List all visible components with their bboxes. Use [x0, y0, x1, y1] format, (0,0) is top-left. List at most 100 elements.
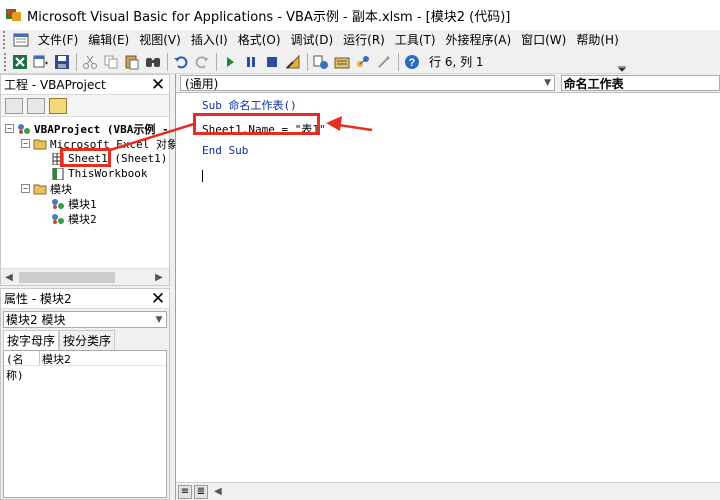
project-pane-toolbar — [1, 95, 169, 117]
tree-item-vbaproject[interactable]: − VBAProject (VBA示例 - — [5, 121, 169, 136]
menu-edit[interactable]: 编辑(E) — [83, 30, 134, 50]
view-object-button[interactable] — [27, 97, 45, 114]
toolbar-options-dropdown[interactable] — [618, 52, 626, 72]
project-pane-header: 工程 - VBAProject ✕ — [1, 75, 169, 95]
menu-format[interactable]: 格式(O) — [233, 30, 286, 50]
break-button[interactable] — [241, 52, 261, 72]
procedure-combo-value: 命名工作表 — [563, 76, 624, 91]
project-explorer-icon — [313, 55, 328, 69]
properties-pane-header: 属性 - 模块2 ✕ — [1, 289, 169, 309]
excel-view-button[interactable] — [10, 52, 30, 72]
insert-userform-icon — [33, 55, 48, 67]
toolbar-grip[interactable] — [4, 52, 6, 71]
object-browser-button[interactable] — [353, 52, 373, 72]
scroll-left-icon[interactable]: ◀ — [1, 269, 17, 285]
project-explorer-button[interactable] — [311, 52, 331, 72]
cut-icon — [83, 55, 97, 69]
menu-insert[interactable]: 插入(I) — [186, 30, 233, 50]
properties-grid: (名称) 模块2 — [3, 350, 167, 498]
menu-addins[interactable]: 外接程序(A) — [441, 30, 517, 50]
property-row[interactable]: (名称) 模块2 — [4, 351, 166, 382]
properties-pane-close-button[interactable]: ✕ — [149, 288, 167, 309]
module-icon — [52, 213, 64, 224]
undo-button[interactable] — [171, 52, 191, 72]
window-title: Microsoft Visual Basic for Applications … — [27, 9, 511, 25]
cut-button[interactable] — [80, 52, 100, 72]
menu-tools[interactable]: 工具(T) — [390, 30, 441, 50]
property-name: (名称) — [4, 351, 40, 382]
menu-grip[interactable] — [3, 31, 5, 49]
properties-window-button[interactable] — [332, 52, 352, 72]
excel-doc-icon[interactable] — [13, 32, 29, 48]
menu-file[interactable]: 文件(F) — [33, 30, 83, 50]
scroll-thumb[interactable] — [19, 272, 115, 283]
module-icon — [52, 198, 64, 209]
tree-item-module2[interactable]: 模块2 — [51, 211, 97, 226]
project-pane-close-button[interactable]: ✕ — [149, 75, 167, 95]
tab-categorized[interactable]: 按分类序 — [59, 330, 116, 350]
procedure-signature: 命名工作表() — [221, 99, 297, 112]
properties-pane-title: 属性 - 模块2 — [4, 292, 72, 306]
paste-button[interactable] — [122, 52, 142, 72]
menu-view[interactable]: 视图(V) — [134, 30, 186, 50]
annotation-box-sheet1 — [60, 148, 111, 167]
vba-app-icon — [6, 9, 21, 21]
procedure-view-button[interactable]: ≡ — [178, 484, 192, 499]
text-caret — [202, 170, 203, 182]
help-button[interactable]: ? — [402, 52, 422, 72]
menu-help[interactable]: 帮助(H) — [571, 30, 623, 50]
property-value[interactable]: 模块2 — [40, 351, 71, 366]
close-icon: ✕ — [150, 288, 166, 309]
collapse-icon[interactable]: − — [21, 139, 30, 148]
code-line-end-sub[interactable]: End Sub — [202, 144, 248, 158]
chevron-down-icon[interactable]: ▼ — [152, 315, 166, 325]
toolbox-icon — [378, 55, 390, 68]
tree-label: 模块1 — [68, 197, 97, 211]
run-icon — [227, 56, 234, 67]
keyword-sub: Sub — [202, 99, 222, 112]
tree-label: VBAProject (VBA示例 - — [34, 122, 169, 136]
object-combo[interactable]: (通用) ▼ — [180, 75, 555, 91]
project-explorer-pane: 工程 - VBAProject ✕ − VBAProject (VBA示例 - … — [0, 74, 178, 286]
copy-button[interactable] — [101, 52, 121, 72]
chevron-down-icon[interactable]: ▼ — [542, 78, 554, 88]
properties-object-select[interactable]: 模块2 模块 ▼ — [3, 311, 167, 328]
find-button[interactable] — [143, 52, 163, 72]
view-code-button[interactable] — [5, 97, 23, 114]
tree-item-module1[interactable]: 模块1 — [51, 196, 97, 211]
tree-label: ThisWorkbook — [68, 167, 148, 180]
insert-userform-button[interactable] — [31, 52, 51, 72]
title-bar: Microsoft Visual Basic for Applications … — [0, 0, 720, 30]
reset-button[interactable] — [262, 52, 282, 72]
tab-alphabetic[interactable]: 按字母序 — [3, 330, 60, 350]
full-module-view-button[interactable]: ≣ — [194, 484, 208, 499]
scroll-left-icon[interactable]: ◀ — [214, 486, 222, 497]
menu-debug[interactable]: 调试(D) — [286, 30, 339, 50]
redo-button[interactable] — [192, 52, 212, 72]
run-button[interactable] — [220, 52, 240, 72]
toolbox-button[interactable] — [374, 52, 394, 72]
project-pane-hscrollbar[interactable]: ◀ ▶ — [1, 268, 169, 285]
collapse-icon[interactable]: − — [5, 124, 14, 133]
toggle-folders-button[interactable] — [49, 97, 67, 114]
menu-run[interactable]: 运行(R) — [338, 30, 390, 50]
scroll-right-icon[interactable]: ▶ — [151, 269, 167, 285]
save-button[interactable] — [52, 52, 72, 72]
excel-view-icon — [13, 54, 27, 69]
tree-item-modules-folder[interactable]: − 模块 — [21, 181, 72, 196]
svg-text:?: ? — [409, 57, 416, 69]
reset-icon — [267, 56, 277, 67]
tree-item-thisworkbook[interactable]: ThisWorkbook — [51, 166, 147, 181]
code-line-sub[interactable]: Sub 命名工作表() — [202, 99, 297, 113]
toolbar-separator — [76, 52, 77, 71]
project-pane-title: 工程 - VBAProject — [4, 78, 106, 92]
collapse-icon[interactable]: − — [21, 184, 30, 193]
properties-tabs: 按字母序 按分类序 — [1, 330, 169, 350]
properties-window-icon — [334, 57, 350, 68]
procedure-combo[interactable]: 命名工作表 — [560, 75, 720, 91]
menu-window[interactable]: 窗口(W) — [516, 30, 571, 50]
vba-project-icon — [18, 123, 30, 134]
design-mode-button[interactable] — [283, 52, 303, 72]
code-editor[interactable]: Sub 命名工作表() Sheet1.Name = "表1" End Sub — [176, 93, 720, 482]
toolbar-separator — [167, 52, 168, 71]
